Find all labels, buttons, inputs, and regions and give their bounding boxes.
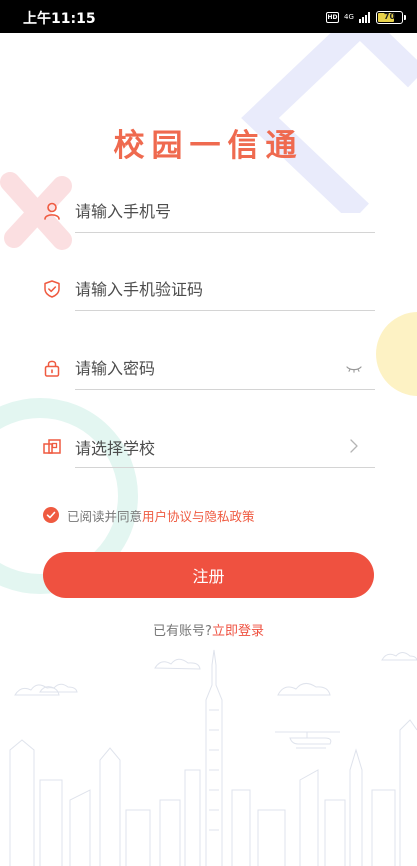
school-select[interactable]: 请选择学校 [42, 427, 375, 469]
password-underline [75, 389, 375, 390]
agreement-checkbox[interactable] [43, 507, 59, 523]
signal-icon [359, 11, 370, 23]
password-field [42, 349, 375, 391]
login-prompt: 已有账号? [153, 624, 212, 639]
network-type-icon: 4G [344, 12, 354, 21]
agreement-text: 已阅读并同意 [67, 508, 143, 524]
agreement-link[interactable]: 用户协议与隐私政策 [142, 506, 255, 525]
school-underline [75, 467, 375, 468]
hd-icon: HD [326, 11, 339, 23]
phone-field [42, 192, 375, 234]
login-row: 已有账号?立即登录 [0, 620, 417, 639]
phone-underline [75, 232, 375, 233]
eye-closed-icon[interactable] [345, 359, 363, 377]
city-skyline-illustration [9, 649, 417, 866]
password-input[interactable] [75, 353, 343, 383]
check-icon [46, 511, 56, 519]
status-bar: 上午11:15 HD 4G 70 [0, 0, 417, 33]
lock-icon [44, 360, 60, 377]
register-button[interactable]: 注册 [43, 552, 374, 598]
phone-input[interactable] [75, 196, 343, 226]
app-title: 校园一信通 [113, 128, 304, 164]
code-underline [75, 310, 375, 311]
chevron-right-icon [350, 439, 358, 453]
status-time: 上午11:15 [23, 11, 96, 27]
battery-icon: 70 [376, 10, 406, 24]
school-icon [43, 439, 61, 454]
agreement-row: 已阅读并同意 用户协议与隐私政策 [43, 505, 255, 525]
code-input[interactable] [75, 274, 343, 304]
login-link[interactable]: 立即登录 [212, 624, 264, 639]
shield-check-icon [44, 280, 60, 298]
school-select-label: 请选择学校 [75, 439, 156, 458]
code-field [42, 270, 375, 312]
status-indicators: HD 4G 70 [326, 9, 406, 25]
battery-level: 70 [383, 11, 396, 21]
user-icon [44, 202, 60, 220]
decor-yellow-circle [376, 312, 417, 396]
